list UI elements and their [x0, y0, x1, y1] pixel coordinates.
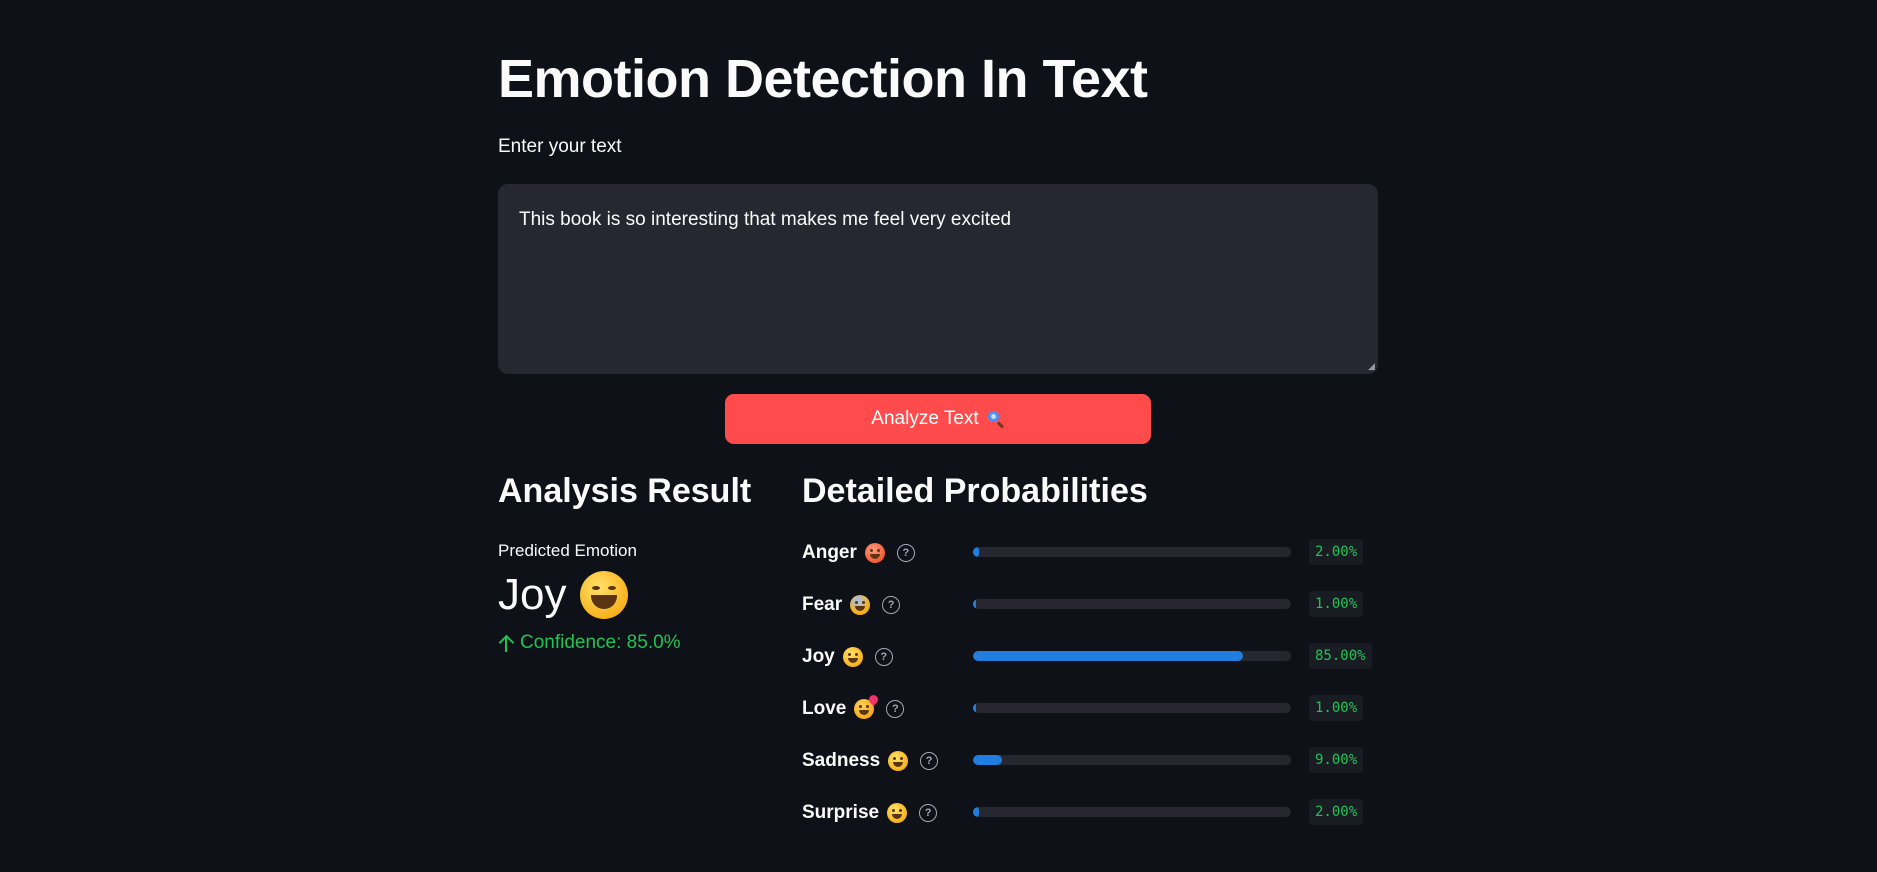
probability-row-anger: Anger? 2.00% [802, 538, 1378, 568]
probability-label: Anger? [802, 538, 915, 568]
probability-percent: 1.00% [1309, 695, 1364, 721]
emotion-name: Joy [802, 646, 835, 667]
probability-percent: 1.00% [1309, 591, 1364, 617]
predicted-emotion-value: Joy [498, 570, 629, 620]
confidence-delta: Confidence: 85.0% [498, 632, 681, 654]
probability-row-joy: Joy? 85.00% [802, 642, 1378, 672]
text-input[interactable] [498, 184, 1378, 374]
pensive-face-emoji-icon [888, 751, 909, 771]
probability-label: Surprise? [802, 798, 938, 828]
probability-row-fear: Fear? 1.00% [802, 590, 1378, 620]
probability-label: Love? [802, 694, 905, 724]
progress-bar-fill [973, 755, 1002, 765]
arrow-up-icon [498, 634, 514, 652]
progress-bar-fill [973, 703, 977, 713]
emotion-name: Surprise [802, 802, 880, 823]
smiling-face-with-hearts-emoji-icon [854, 699, 875, 719]
magnifying-glass-icon [987, 410, 1005, 429]
screaming-face-emoji-icon [850, 595, 871, 615]
probability-percent: 2.00% [1309, 799, 1364, 825]
progress-bar-track [973, 599, 1291, 609]
progress-bar-fill [973, 599, 977, 609]
analysis-result-heading: Analysis Result [498, 472, 752, 510]
detailed-probabilities-heading: Detailed Probabilities [802, 472, 1148, 510]
predicted-emotion-label: Predicted Emotion [498, 541, 637, 560]
confidence-text: Confidence: 85.0% [520, 632, 681, 653]
analyze-button-label: Analyze Text [871, 408, 979, 429]
progress-bar-track [973, 755, 1291, 765]
probability-percent: 2.00% [1309, 539, 1364, 565]
text-input-label: Enter your text [498, 136, 622, 157]
predicted-emotion-text: Joy [498, 570, 567, 619]
probability-percent: 9.00% [1309, 747, 1364, 773]
help-icon[interactable]: ? [919, 804, 938, 822]
probability-percent: 85.00% [1309, 643, 1372, 669]
probability-label: Fear? [802, 590, 901, 620]
progress-bar-track [973, 807, 1291, 817]
probability-label: Sadness? [802, 746, 939, 776]
help-icon[interactable]: ? [896, 544, 915, 562]
progress-bar-fill [973, 651, 1244, 661]
emotion-name: Anger [802, 542, 857, 563]
help-icon[interactable]: ? [886, 700, 905, 718]
tears-of-joy-emoji-icon [580, 571, 629, 619]
help-icon[interactable]: ? [874, 648, 893, 666]
progress-bar-track [973, 703, 1291, 713]
progress-bar-fill [973, 807, 980, 817]
emotion-name: Fear [802, 594, 843, 615]
probability-row-love: Love? 1.00% [802, 694, 1378, 724]
probability-label: Joy? [802, 642, 893, 672]
emotion-name: Sadness [802, 750, 881, 771]
help-icon[interactable]: ? [882, 596, 901, 614]
resize-grip-icon[interactable]: ◢ [1368, 362, 1376, 371]
probability-row-surprise: Surprise? 2.00% [802, 798, 1378, 828]
analyze-text-button[interactable]: Analyze Text [725, 394, 1151, 444]
astonished-face-emoji-icon [887, 803, 908, 823]
emotion-name: Love [802, 698, 847, 719]
page-title: Emotion Detection In Text [498, 49, 1148, 109]
progress-bar-track [973, 651, 1291, 661]
app-page: Emotion Detection In Text Enter your tex… [0, 0, 1877, 872]
progress-bar-track [973, 547, 1291, 557]
angry-face-emoji-icon [864, 543, 885, 563]
help-icon[interactable]: ? [920, 752, 939, 770]
progress-bar-fill [973, 547, 980, 557]
tears-of-joy-emoji-icon [842, 647, 863, 667]
probability-row-sadness: Sadness? 9.00% [802, 746, 1378, 776]
